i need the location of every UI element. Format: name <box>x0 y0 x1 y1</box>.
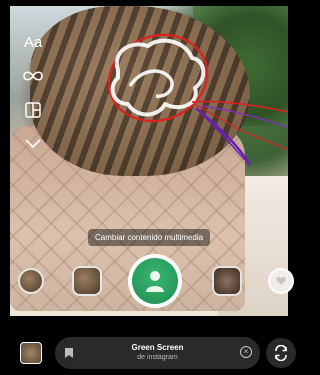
gallery-thumbnail[interactable] <box>20 342 42 364</box>
text-tool-button[interactable]: Aa <box>22 32 44 52</box>
bottom-bar: Green Screen de instagram × <box>0 330 296 375</box>
green-screen-effect-icon <box>132 258 178 304</box>
text-icon: Aa <box>23 33 43 51</box>
chevron-down-icon <box>25 139 41 149</box>
flip-camera-button[interactable] <box>266 338 296 368</box>
effect-info-pill[interactable]: Green Screen de instagram × <box>55 337 260 369</box>
effect-thumb-4[interactable] <box>268 268 294 294</box>
layout-icon <box>25 102 41 118</box>
close-icon[interactable]: × <box>240 346 252 358</box>
effect-thumb-1[interactable] <box>18 268 44 294</box>
effect-name: Green Screen <box>131 343 184 352</box>
person-silhouette-icon <box>146 271 164 292</box>
effect-thumb-2[interactable] <box>72 266 102 296</box>
side-toolbar: Aa <box>22 32 44 154</box>
effect-source: de instagram <box>137 354 178 361</box>
heart-icon <box>276 276 286 285</box>
flip-camera-icon <box>275 345 287 361</box>
boomerang-icon <box>23 71 43 81</box>
change-media-tooltip: Cambiar contenido multimedia <box>88 229 211 246</box>
layout-button[interactable] <box>22 100 44 120</box>
more-tools-button[interactable] <box>22 134 44 154</box>
effects-carousel <box>0 254 294 308</box>
boomerang-button[interactable] <box>22 66 44 86</box>
effect-thumb-3[interactable] <box>212 266 242 296</box>
capture-button[interactable] <box>128 254 182 308</box>
